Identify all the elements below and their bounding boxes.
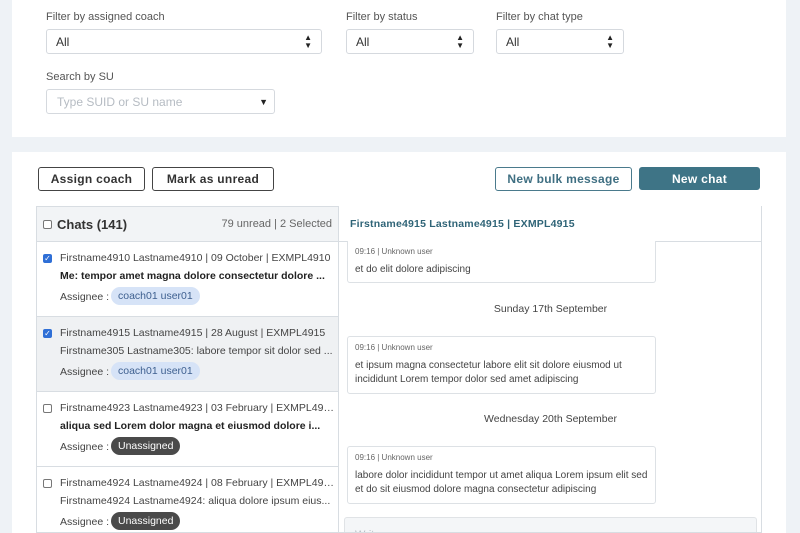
message-meta: 09:16 | Unknown user	[355, 247, 433, 256]
message-meta: 09:16 | Unknown user	[355, 343, 433, 352]
chat-list-item[interactable]: ✓ Firstname4910 Lastname4910 | 09 Octobe…	[37, 242, 338, 317]
coach-filter-label: Filter by assigned coach	[46, 11, 165, 23]
coach-filter-value: All	[56, 34, 70, 49]
select-arrows-icon: ▲ ▼	[456, 32, 464, 50]
assignee-badge: coach01 user01	[111, 362, 200, 380]
date-separator: Sunday 17th September	[493, 303, 608, 315]
chat-list-item[interactable]: Firstname4923 Lastname4923 | 03 February…	[37, 392, 338, 467]
assign-coach-button[interactable]: Assign coach	[38, 167, 145, 191]
message-bubble: 09:16 | Unknown user labore dolor incidi…	[347, 446, 656, 504]
caret-down-icon[interactable]: ▼	[259, 97, 268, 107]
conversation-title: Firstname4915 Lastname4915 | EXMPL4915	[339, 206, 761, 242]
assignee-badge: Unassigned	[111, 512, 181, 530]
chat-checkbox[interactable]: ✓	[43, 254, 52, 263]
message-text: labore dolor incididunt tempor ut amet a…	[355, 470, 648, 495]
assignee-label: Assignee :	[60, 366, 110, 378]
chat-item-header: Firstname4910 Lastname4910 | 09 October …	[60, 252, 331, 264]
assignee-label: Assignee :	[60, 291, 110, 303]
status-filter-select[interactable]: All ▲ ▼	[346, 29, 474, 54]
chat-item-header: Firstname4924 Lastname4924 | 08 February…	[60, 477, 335, 489]
date-separator: Wednesday 20th September	[484, 413, 617, 425]
su-search-combobox[interactable]: ▼	[46, 89, 275, 114]
su-search-input[interactable]	[57, 94, 247, 109]
chat-checkbox[interactable]: ✓	[43, 329, 52, 338]
chat-list-item[interactable]: Firstname4924 Lastname4924 | 08 February…	[37, 467, 338, 532]
assignee-label: Assignee :	[60, 516, 110, 528]
chat-list: Chats (141) 79 unread | 2 Selected ✓ Fir…	[36, 206, 339, 533]
coach-filter-select[interactable]: All ▲ ▼	[46, 29, 322, 54]
assignee-badge: coach01 user01	[111, 287, 200, 305]
message-text: et ipsum magna consectetur labore elit s…	[355, 360, 622, 385]
message-bubble: 09:16 | Unknown user et do elit dolore a…	[347, 241, 656, 283]
select-all-checkbox[interactable]	[43, 219, 52, 229]
new-chat-button[interactable]: New chat	[639, 167, 760, 190]
status-filter-label: Filter by status	[346, 11, 418, 23]
chat-type-filter-select[interactable]: All ▲ ▼	[496, 29, 624, 54]
chat-item-preview: aliqua sed Lorem dolor magna et eiusmod …	[60, 420, 321, 432]
message-text: et do elit dolore adipiscing	[355, 264, 471, 275]
assignee-badge: Unassigned	[111, 437, 181, 455]
select-arrows-icon: ▲ ▼	[606, 32, 614, 50]
mark-as-unread-button[interactable]: Mark as unread	[152, 167, 274, 191]
chat-checkbox[interactable]	[43, 404, 52, 413]
chat-item-header: Firstname4923 Lastname4923 | 03 February…	[60, 402, 335, 414]
chat-list-item[interactable]: ✓ Firstname4915 Lastname4915 | 28 August…	[37, 317, 338, 392]
conversation-panel: Firstname4915 Lastname4915 | EXMPL4915 0…	[339, 206, 762, 533]
message-meta: 09:16 | Unknown user	[355, 453, 433, 462]
chat-item-preview: Me: tempor amet magna dolore consectetur…	[60, 270, 325, 282]
chat-type-filter-label: Filter by chat type	[496, 11, 583, 23]
chat-list-header: Chats (141) 79 unread | 2 Selected	[37, 206, 338, 242]
filter-panel: Filter by assigned coach All ▲ ▼ Filter b…	[12, 0, 786, 137]
chat-list-counts: 79 unread | 2 Selected	[221, 218, 333, 230]
main-panel: Assign coach Mark as unread New bulk mes…	[12, 152, 786, 533]
message-compose[interactable]	[344, 517, 757, 532]
chat-item-preview: Firstname305 Lastname305: labore tempor …	[60, 345, 333, 357]
assignee-label: Assignee :	[60, 441, 110, 453]
select-arrows-icon: ▲ ▼	[304, 32, 312, 50]
chat-type-filter-value: All	[506, 34, 520, 49]
message-input[interactable]	[355, 529, 746, 532]
chat-list-title: Chats (141)	[57, 216, 128, 232]
message-bubble: 09:16 | Unknown user et ipsum magna cons…	[347, 336, 656, 394]
status-filter-value: All	[356, 34, 370, 49]
su-search-label: Search by SU	[46, 71, 114, 83]
chat-item-header: Firstname4915 Lastname4915 | 28 August |…	[60, 327, 326, 339]
new-bulk-message-button[interactable]: New bulk message	[495, 167, 632, 191]
chat-item-preview: Firstname4924 Lastname4924: aliqua dolor…	[60, 495, 331, 507]
chat-checkbox[interactable]	[43, 479, 52, 488]
